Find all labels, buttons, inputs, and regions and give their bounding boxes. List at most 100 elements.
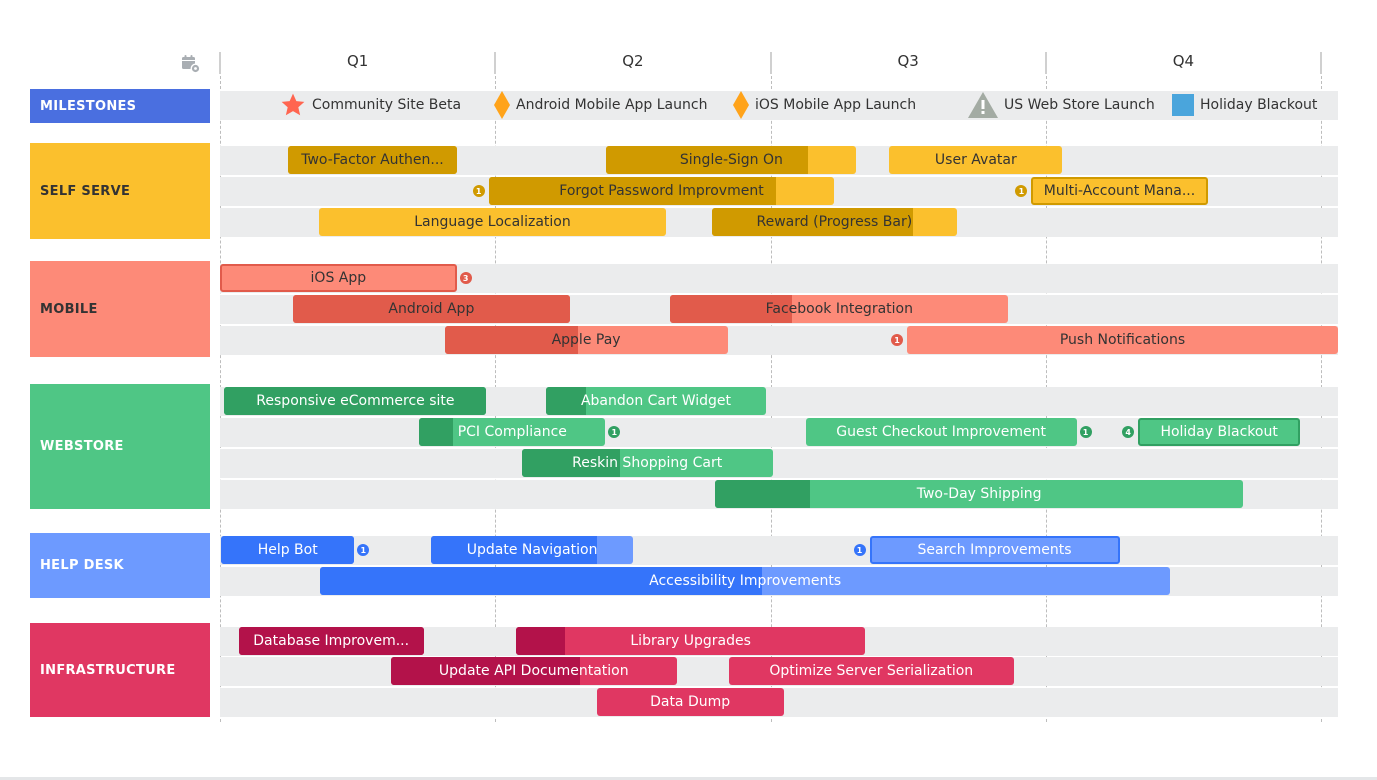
quarter-label-q3: Q3 xyxy=(897,52,919,70)
quarter-label-q1: Q1 xyxy=(346,52,369,70)
milestone-name: Community Site Beta xyxy=(312,97,462,113)
roadmap-bar[interactable]: Reskin Shopping Cart xyxy=(521,449,773,477)
milestone-item[interactable]: Holiday Blackout xyxy=(1172,93,1317,117)
dependency-count-badge[interactable]: 1 xyxy=(472,185,485,197)
quarter-divider xyxy=(1044,52,1047,74)
milestone-item[interactable]: Android Mobile App Launch xyxy=(494,91,708,119)
milestone-item[interactable]: iOS Mobile App Launch xyxy=(733,91,917,119)
lane-row xyxy=(220,449,1338,478)
roadmap-bar[interactable]: Two-Factor Authen... xyxy=(288,146,457,174)
lane-label-webstore[interactable]: WEBSTORE xyxy=(30,384,210,509)
progress-fill xyxy=(545,387,586,415)
roadmap-bar[interactable]: Responsive eCommerce site xyxy=(224,387,487,415)
progress-fill xyxy=(419,418,453,446)
bar-label: User Avatar xyxy=(934,152,1017,168)
roadmap-bar[interactable]: Forgot Password Improvment xyxy=(488,177,835,205)
warning-icon xyxy=(968,92,998,118)
lane-label-infrastructure[interactable]: INFRASTRUCTURE xyxy=(30,623,210,717)
roadmap-bar[interactable]: Search Improvements xyxy=(869,536,1120,564)
quarter-label-q2: Q2 xyxy=(622,52,644,70)
quarter-label-q4: Q4 xyxy=(1172,52,1195,70)
bar-label: Apple Pay xyxy=(551,332,621,348)
roadmap-bar[interactable]: iOS App xyxy=(220,264,457,292)
lane-row xyxy=(220,536,1338,565)
bar-label: Search Improvements xyxy=(917,542,1072,558)
roadmap-bar[interactable]: Accessibility Improvements xyxy=(320,567,1171,595)
bar-label: Forgot Password Improvment xyxy=(559,183,764,199)
bar-label: Language Localization xyxy=(414,214,571,230)
roadmap-bar[interactable]: Data Dump xyxy=(596,688,784,716)
bar-label: Reward (Progress Bar) xyxy=(756,214,913,230)
dependency-count-badge[interactable]: 1 xyxy=(1079,426,1092,438)
bar-label: Two-Factor Authen... xyxy=(301,152,444,168)
bar-label: Help Bot xyxy=(257,542,318,558)
roadmap-bar[interactable]: PCI Compliance xyxy=(419,418,606,446)
lane-label-self-serve[interactable]: SELF SERVE xyxy=(30,143,210,239)
bar-label: Optimize Server Serialization xyxy=(769,663,974,679)
bar-label: Facebook Integration xyxy=(765,301,913,317)
quarter-divider xyxy=(494,52,497,74)
calendar-gear-icon xyxy=(182,55,201,74)
roadmap-bar[interactable]: Abandon Cart Widget xyxy=(545,387,767,415)
progress-fill xyxy=(715,480,811,508)
roadmap-bar[interactable]: Optimize Server Serialization xyxy=(728,657,1014,685)
roadmap-bar[interactable]: Library Upgrades xyxy=(516,627,866,655)
bar-label: Push Notifications xyxy=(1059,332,1186,348)
roadmap-bar[interactable]: Two-Day Shipping xyxy=(715,480,1243,508)
roadmap-bar[interactable]: Single-Sign On xyxy=(606,146,857,174)
roadmap-bar[interactable]: Push Notifications xyxy=(907,326,1338,354)
bar-label: Multi-Account Mana... xyxy=(1043,183,1196,199)
quarter-divider xyxy=(769,52,772,74)
calendar-settings-button[interactable] xyxy=(181,54,201,74)
square-icon xyxy=(1172,94,1194,116)
roadmap-bar[interactable]: Facebook Integration xyxy=(670,295,1009,323)
milestone-name: iOS Mobile App Launch xyxy=(755,97,917,113)
milestone-name: Android Mobile App Launch xyxy=(516,97,708,113)
bar-label: Update API Documentation xyxy=(438,663,629,679)
dependency-count-badge[interactable]: 1 xyxy=(853,544,866,556)
roadmap-bar[interactable]: Help Bot xyxy=(221,536,355,564)
roadmap-bar[interactable]: Guest Checkout Improvement xyxy=(805,418,1077,446)
bar-label: Android App xyxy=(388,301,475,317)
roadmap-bar[interactable]: Language Localization xyxy=(319,208,666,236)
roadmap-bar[interactable]: Update API Documentation xyxy=(390,657,677,685)
bar-label: Library Upgrades xyxy=(630,633,751,649)
roadmap-bar[interactable]: Apple Pay xyxy=(444,326,728,354)
quarter-divider xyxy=(219,52,221,74)
bar-label: Update Navigation xyxy=(466,542,598,558)
progress-fill xyxy=(516,627,566,655)
roadmap-bar[interactable]: Database Improvem... xyxy=(238,627,424,655)
roadmap-bar[interactable]: Update Navigation xyxy=(431,536,633,564)
roadmap-bar[interactable]: Multi-Account Mana... xyxy=(1031,177,1208,205)
bar-label: Guest Checkout Improvement xyxy=(836,424,1046,440)
bar-label: Single-Sign On xyxy=(679,152,783,168)
roadmap-bar[interactable]: Holiday Blackout xyxy=(1138,418,1301,446)
lane-label-help-desk[interactable]: HELP DESK xyxy=(30,533,210,598)
bar-label: Reskin Shopping Cart xyxy=(572,455,723,471)
diamond-icon xyxy=(494,91,510,119)
roadmap-bar[interactable]: User Avatar xyxy=(889,146,1063,174)
bar-label: Accessibility Improvements xyxy=(649,573,842,589)
bar-label: iOS App xyxy=(310,270,367,286)
bar-label: Responsive eCommerce site xyxy=(256,393,455,409)
roadmap-bar[interactable]: Reward (Progress Bar) xyxy=(712,208,957,236)
lane-label-mobile[interactable]: MOBILE xyxy=(30,261,210,357)
milestone-item[interactable]: US Web Store Launch xyxy=(968,92,1155,118)
quarter-divider xyxy=(1320,52,1322,74)
roadmap: Q1 Q2 Q3 Q4 MILESTONES Community Site Beta An… xyxy=(0,0,1377,780)
milestone-name: Holiday Blackout xyxy=(1200,97,1318,113)
roadmap-bar[interactable]: Android App xyxy=(292,295,571,323)
bar-label: Two-Day Shipping xyxy=(916,486,1042,502)
diamond-icon xyxy=(733,91,749,119)
dependency-count-badge[interactable]: 1 xyxy=(891,334,904,346)
bar-label: Holiday Blackout xyxy=(1160,424,1278,440)
bar-label: Abandon Cart Widget xyxy=(580,393,731,409)
bar-label: Data Dump xyxy=(650,694,731,710)
milestone-name: US Web Store Launch xyxy=(1004,97,1155,113)
lane-label-milestones[interactable]: MILESTONES xyxy=(30,89,210,123)
dependency-count-badge[interactable]: 3 xyxy=(459,272,472,284)
milestone-item[interactable]: Community Site Beta xyxy=(280,93,461,117)
bar-label: Database Improvem... xyxy=(253,633,410,649)
bar-label: PCI Compliance xyxy=(457,424,567,440)
star-icon xyxy=(280,92,306,118)
